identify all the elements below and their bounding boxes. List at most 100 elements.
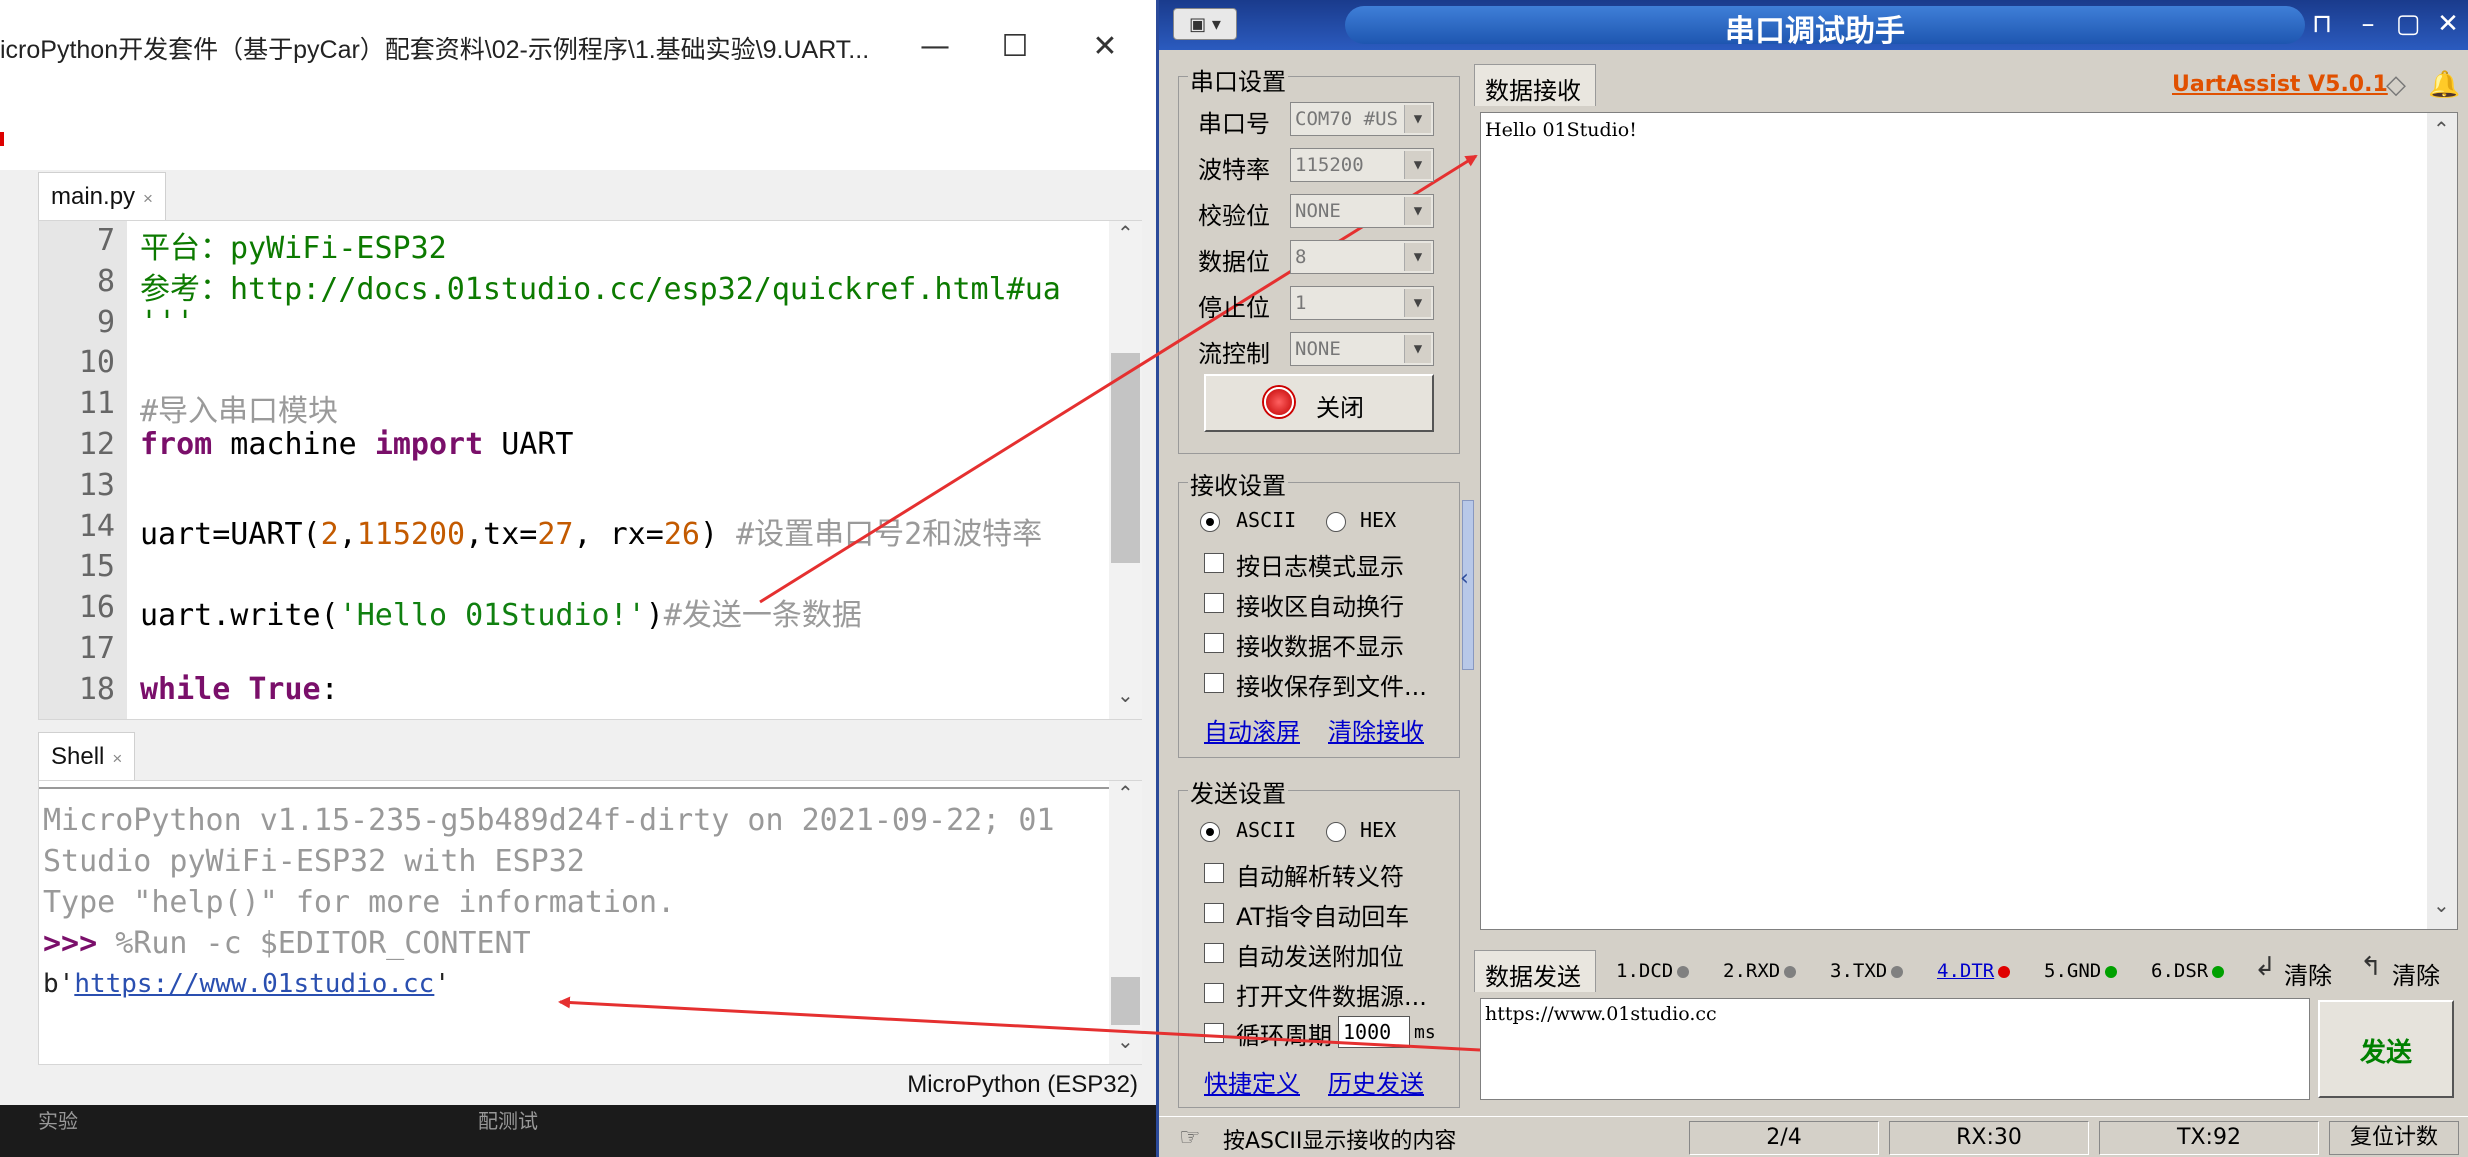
clear-receive-link[interactable]: 清除接收 bbox=[1328, 712, 1424, 747]
option-checkbox[interactable] bbox=[1204, 943, 1224, 963]
close-tab-icon[interactable]: × bbox=[143, 189, 153, 208]
scroll-up-icon[interactable]: ⌃ bbox=[1117, 781, 1134, 805]
dropdown-arrow-icon[interactable]: ▼ bbox=[1404, 105, 1431, 133]
tab-main-py[interactable]: main.py × bbox=[38, 172, 166, 220]
thonny-toolbar bbox=[0, 94, 1156, 170]
field-select[interactable]: 1 ▼ bbox=[1290, 286, 1434, 320]
reset-count-button[interactable]: 复位计数 bbox=[2329, 1121, 2459, 1155]
receive-scrollbar[interactable]: ⌃ ⌄ bbox=[2427, 113, 2457, 929]
send-text-area[interactable]: https://www.01studio.cc bbox=[1480, 998, 2310, 1100]
recv-ascii-radio[interactable] bbox=[1200, 512, 1220, 532]
close-port-label: 关闭 bbox=[1316, 394, 1364, 422]
code-token: , bbox=[338, 516, 357, 552]
code-token: : bbox=[320, 671, 339, 707]
shell-scroll-thumb[interactable] bbox=[1111, 977, 1140, 1025]
signal-indicator: 3.TXD bbox=[1830, 960, 1904, 982]
signal-label: 4.DTR bbox=[1937, 960, 1995, 982]
code-token: ) bbox=[699, 516, 737, 552]
send-hex-radio[interactable] bbox=[1326, 822, 1346, 842]
scroll-up-icon[interactable]: ⌃ bbox=[2433, 117, 2450, 141]
signal-indicator[interactable]: 4.DTR bbox=[1937, 960, 2011, 982]
dropdown-arrow-icon[interactable]: ▼ bbox=[1404, 151, 1431, 179]
clear-send-icon[interactable]: ↲ bbox=[2254, 952, 2276, 982]
scroll-down-icon[interactable]: ⌄ bbox=[1117, 683, 1134, 707]
dropdown-arrow-icon[interactable]: ▼ bbox=[1404, 289, 1431, 317]
code-token: #发送一条数据 bbox=[663, 598, 862, 634]
field-label: 波特率 bbox=[1198, 156, 1270, 184]
minimize-button[interactable]: — bbox=[890, 0, 980, 94]
close-port-button[interactable]: 关闭 bbox=[1204, 374, 1434, 432]
shell-divider bbox=[39, 787, 1109, 789]
tab-shell[interactable]: Shell × bbox=[38, 732, 136, 780]
scroll-down-icon[interactable]: ⌄ bbox=[1117, 1029, 1134, 1053]
send-ascii-radio[interactable] bbox=[1200, 822, 1220, 842]
brand-link[interactable]: UartAssist V5.0.1 bbox=[2172, 72, 2388, 97]
loop-period-input[interactable]: 1000 bbox=[1338, 1016, 1410, 1048]
shortcut-link[interactable]: 快捷定义 bbox=[1204, 1064, 1300, 1099]
output-link[interactable]: https://www.01studio.cc bbox=[74, 969, 434, 999]
close-button[interactable]: ✕ bbox=[2431, 8, 2465, 40]
dropdown-arrow-icon[interactable]: ▼ bbox=[1404, 197, 1431, 225]
maximize-button[interactable]: ▢ bbox=[2391, 8, 2425, 40]
field-select[interactable]: 8 ▼ bbox=[1290, 240, 1434, 274]
receive-settings-label: 接收设置 bbox=[1188, 466, 1288, 501]
dropdown-arrow-icon[interactable]: ▼ bbox=[1404, 243, 1431, 271]
line-number: 18 bbox=[78, 671, 115, 707]
code-line: 平台：pyWiFi-ESP32 bbox=[140, 223, 447, 267]
receive-tab-label: 数据接收 bbox=[1485, 77, 1581, 105]
recv-hex-radio[interactable] bbox=[1326, 512, 1346, 532]
thonny-status-bar: MicroPython (ESP32) bbox=[0, 1065, 1156, 1105]
bell-icon[interactable]: 🔔 bbox=[2428, 70, 2460, 100]
code-line: uart.write('Hello 01Studio!')#发送一条数据 bbox=[140, 590, 862, 634]
field-select[interactable]: NONE ▼ bbox=[1290, 332, 1434, 366]
option-checkbox[interactable] bbox=[1204, 553, 1224, 573]
close-tab-icon[interactable]: × bbox=[112, 749, 122, 768]
code-editor[interactable]: 7 8 9 10 11 12 13 14 15 16 17 18 平台：pyWiFi-ESP32 参考：… bbox=[38, 220, 1142, 720]
field-select[interactable]: COM70 #US ▼ bbox=[1290, 102, 1434, 136]
option-checkbox[interactable] bbox=[1204, 593, 1224, 613]
send-button[interactable]: 发送 bbox=[2318, 1000, 2454, 1098]
code-token: uart.write( bbox=[140, 598, 339, 634]
option-checkbox[interactable] bbox=[1204, 903, 1224, 923]
receive-tab[interactable]: 数据接收 bbox=[1474, 64, 1596, 106]
shell-panel[interactable]: MicroPython v1.15-235-g5b489d24f-dirty o… bbox=[38, 780, 1142, 1065]
collapse-arrow-icon[interactable]: ‹ bbox=[1460, 566, 1469, 591]
minimize-button[interactable]: – bbox=[2351, 8, 2385, 40]
code-line: ''' bbox=[140, 305, 194, 340]
line-number: 11 bbox=[78, 386, 115, 422]
field-select[interactable]: NONE ▼ bbox=[1290, 194, 1434, 228]
signal-label: 1.DCD bbox=[1616, 960, 1674, 982]
close-button[interactable]: ✕ bbox=[1060, 0, 1150, 94]
clear-count-icon[interactable]: ↰ bbox=[2360, 952, 2382, 982]
code-token: 参考：http://docs.01studio.cc/esp32/quickre… bbox=[140, 271, 1061, 307]
interpreter-status[interactable]: MicroPython (ESP32) bbox=[907, 1071, 1138, 1099]
scroll-down-icon[interactable]: ⌄ bbox=[2433, 893, 2450, 917]
option-checkbox[interactable] bbox=[1204, 863, 1224, 883]
history-link[interactable]: 历史发送 bbox=[1328, 1064, 1424, 1099]
recv-hex-label: HEX bbox=[1360, 508, 1397, 532]
option-checkbox[interactable] bbox=[1204, 983, 1224, 1003]
tab-label: Shell bbox=[51, 743, 105, 770]
maximize-button[interactable]: ☐ bbox=[970, 0, 1060, 94]
line-number: 7 bbox=[96, 223, 115, 258]
option-checkbox[interactable] bbox=[1204, 633, 1224, 653]
loop-checkbox[interactable] bbox=[1204, 1023, 1224, 1043]
clear-count-button[interactable]: 清除 bbox=[2392, 956, 2440, 991]
auto-scroll-link[interactable]: 自动滚屏 bbox=[1204, 712, 1300, 747]
editor-scroll-thumb[interactable] bbox=[1111, 353, 1140, 563]
signal-label: 5.GND bbox=[2044, 960, 2102, 982]
signal-led-icon bbox=[2105, 965, 2118, 978]
pin-icon[interactable]: ⊓ bbox=[2305, 8, 2339, 40]
send-tab[interactable]: 数据发送 bbox=[1474, 950, 1596, 992]
app-menu-icon[interactable]: ▣ ▾ bbox=[1173, 8, 1237, 40]
clear-send-button[interactable]: 清除 bbox=[2284, 956, 2332, 991]
field-select[interactable]: 115200 ▼ bbox=[1290, 148, 1434, 182]
receive-text-area[interactable]: Hello 01Studio! ⌃ ⌄ bbox=[1480, 112, 2458, 930]
dropdown-arrow-icon[interactable]: ▼ bbox=[1404, 335, 1431, 363]
signal-indicator: 6.DSR bbox=[2151, 960, 2225, 982]
scroll-up-icon[interactable]: ⌃ bbox=[1117, 221, 1134, 245]
option-label: 自动解析转义符 bbox=[1236, 863, 1404, 891]
diamond-icon[interactable]: ◇ bbox=[2386, 70, 2406, 100]
option-checkbox[interactable] bbox=[1204, 673, 1224, 693]
